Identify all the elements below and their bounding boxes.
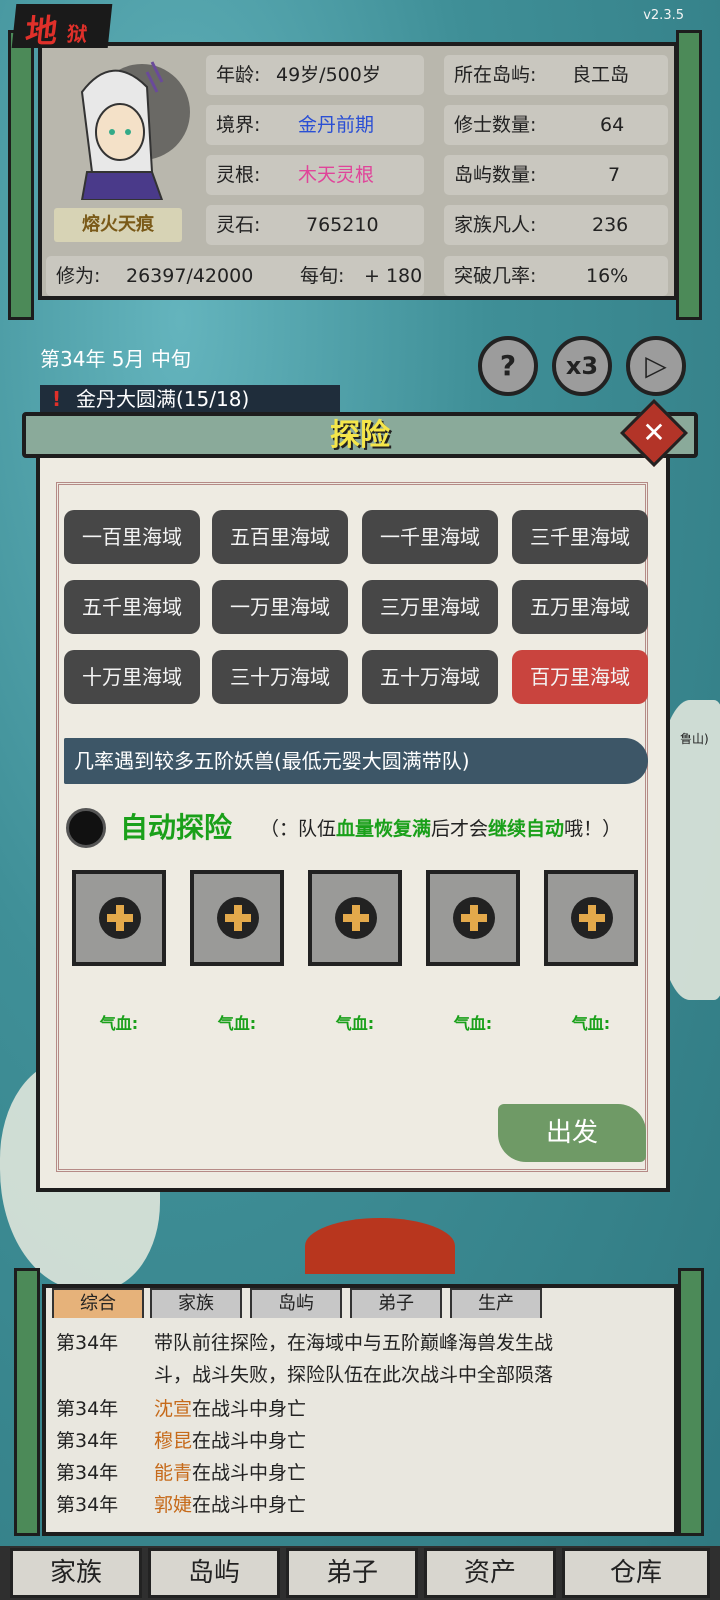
team-slot[interactable] <box>426 870 520 966</box>
region-button[interactable]: 三万里海域 <box>362 580 498 634</box>
add-icon <box>335 897 377 939</box>
add-icon <box>571 897 613 939</box>
team-slot[interactable] <box>308 870 402 966</box>
alert-icon: ! <box>52 387 62 411</box>
cultivation-stat: 修为: 26397/42000 每旬: + 180 <box>46 256 424 296</box>
region-button[interactable]: 五百里海域 <box>212 510 348 564</box>
auto-explore-note: （：队伍血量恢复满后才会继续自动哦！） <box>260 818 622 840</box>
scroll-side-left <box>8 30 34 320</box>
tab-production[interactable]: 生产 <box>450 1288 542 1318</box>
map-label: 鲁山) <box>680 732 709 746</box>
island-stat: 所在岛屿: 良工岛 <box>444 55 668 95</box>
scroll-side-right <box>678 1268 704 1536</box>
volcano-shape <box>305 1218 455 1274</box>
log-entry: 第34年 沈宣在战斗中身亡 <box>56 1398 307 1420</box>
region-description: 几率遇到较多五阶妖兽(最低元婴大圆满带队) <box>64 738 648 784</box>
play-button[interactable]: ▷ <box>626 336 686 396</box>
nav-disciples[interactable]: 弟子 <box>286 1548 418 1598</box>
hp-label: 气血: <box>99 1014 139 1033</box>
team-slot[interactable] <box>72 870 166 966</box>
auto-explore-label[interactable]: 自动探险 <box>120 806 232 846</box>
tab-overview[interactable]: 综合 <box>52 1288 144 1318</box>
mortals-stat: 家族凡人: 236 <box>444 205 668 245</box>
root-stat: 灵根: 木天灵根 <box>206 155 424 195</box>
version-label: v2.3.5 <box>643 8 684 23</box>
add-icon <box>217 897 259 939</box>
add-icon <box>99 897 141 939</box>
log-entry: 第34年 带队前往探险，在海域中与五阶巅峰海兽发生战 <box>56 1332 554 1354</box>
scroll-side-left <box>14 1268 40 1536</box>
nav-family[interactable]: 家族 <box>10 1548 142 1598</box>
tab-disciples[interactable]: 弟子 <box>350 1288 442 1318</box>
island-count-stat: 岛屿数量: 7 <box>444 155 668 195</box>
hp-label: 气血: <box>571 1014 611 1033</box>
help-button[interactable]: ? <box>478 336 538 396</box>
tab-islands[interactable]: 岛屿 <box>250 1288 342 1318</box>
log-entry: 第34年 能青在战斗中身亡 <box>56 1462 307 1484</box>
depart-button[interactable]: 出发 <box>498 1104 646 1162</box>
explore-title: 探险 <box>330 418 390 453</box>
region-button[interactable]: 五万里海域 <box>512 580 648 634</box>
explore-header: 探险 <box>22 412 698 458</box>
region-button[interactable]: 五十万海域 <box>362 650 498 704</box>
hp-label: 气血: <box>217 1014 257 1033</box>
nav-islands[interactable]: 岛屿 <box>148 1548 280 1598</box>
team-slot[interactable] <box>190 870 284 966</box>
region-button[interactable]: 三十万海域 <box>212 650 348 704</box>
region-button-selected[interactable]: 百万里海域 <box>512 650 648 704</box>
nav-assets[interactable]: 资产 <box>424 1548 556 1598</box>
region-button[interactable]: 一百里海域 <box>64 510 200 564</box>
add-icon <box>453 897 495 939</box>
region-button[interactable]: 五千里海域 <box>64 580 200 634</box>
team-slot[interactable] <box>544 870 638 966</box>
region-button[interactable]: 十万里海域 <box>64 650 200 704</box>
speed-button[interactable]: x3 <box>552 336 612 396</box>
nav-warehouse[interactable]: 仓库 <box>562 1548 710 1598</box>
difficulty-badge: 地 狱 <box>11 4 113 50</box>
game-date: 第34年 5月 中旬 <box>40 347 191 371</box>
region-button[interactable]: 一万里海域 <box>212 580 348 634</box>
hp-label: 气血: <box>335 1014 375 1033</box>
stone-stat: 灵石: 765210 <box>206 205 424 245</box>
auto-explore-toggle[interactable] <box>66 808 106 848</box>
region-button[interactable]: 三千里海域 <box>512 510 648 564</box>
region-button[interactable]: 一千里海域 <box>362 510 498 564</box>
breakthrough-stat: 突破几率: 16% <box>444 256 668 296</box>
tab-family[interactable]: 家族 <box>150 1288 242 1318</box>
log-entry: 第34年 穆昆在战斗中身亡 <box>56 1430 307 1452</box>
hp-label: 气血: <box>453 1014 493 1033</box>
character-avatar[interactable] <box>52 52 190 200</box>
cultivator-count-stat: 修士数量: 64 <box>444 105 668 145</box>
age-stat: 年龄: 49岁/500岁 <box>206 55 424 95</box>
realm-stat: 境界: 金丹前期 <box>206 105 424 145</box>
goal-banner[interactable]: ! 金丹大圆满(15/18) <box>40 385 340 413</box>
close-icon: ✕ <box>642 416 666 449</box>
log-entry: 第34年 郭婕在战斗中身亡 <box>56 1494 307 1516</box>
log-entry-continued: 斗，战斗失败，探险队伍在此次战斗中全部陨落 <box>154 1364 554 1386</box>
scroll-side-right <box>676 30 702 320</box>
character-title: 熔火天痕 <box>54 208 182 242</box>
